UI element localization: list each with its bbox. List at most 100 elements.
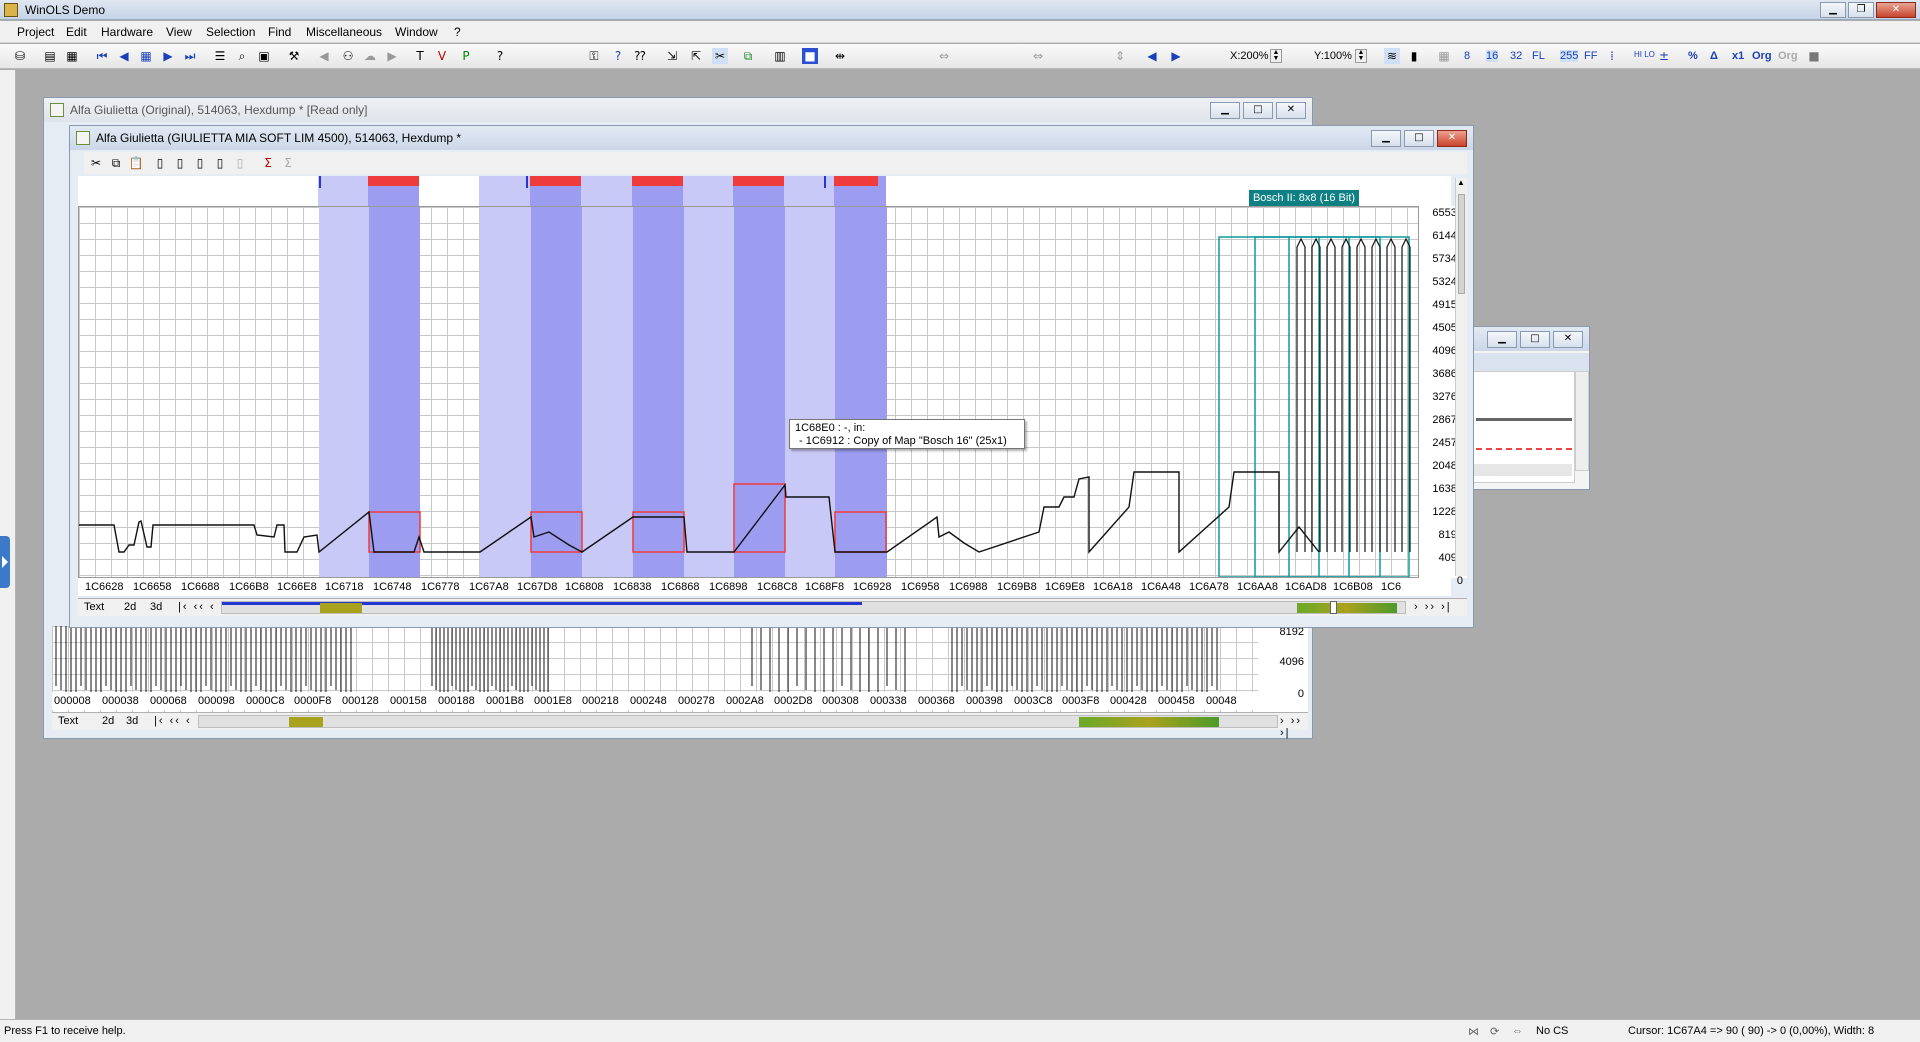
whatis-icon[interactable]: ⁇ — [632, 48, 648, 64]
width-icon[interactable]: ⇹ — [832, 48, 848, 64]
checksum-off-icon[interactable]: Σ — [280, 155, 296, 171]
hexdump-icon[interactable]: ■ — [802, 48, 818, 64]
map-highlight-band[interactable] — [479, 176, 530, 206]
menu-find[interactable]: Find — [268, 25, 291, 39]
percent-button[interactable]: % — [1688, 50, 1698, 62]
connect-icon[interactable]: ⛁ — [12, 48, 28, 64]
paste-icon[interactable]: 📋 — [128, 155, 144, 171]
cloud-icon[interactable]: ☁ — [362, 48, 378, 64]
nav-right-icon[interactable]: ▶ — [1168, 48, 1184, 64]
first-icon[interactable]: ⏮ — [94, 48, 110, 64]
map-highlight-band[interactable] — [683, 176, 733, 206]
stop-icon[interactable]: ■ — [1806, 48, 1822, 64]
tab-text[interactable]: Text — [84, 601, 104, 613]
hex-button[interactable]: FF — [1584, 50, 1597, 62]
side-panel-tab[interactable] — [0, 536, 10, 588]
question-icon[interactable]: ? — [610, 48, 626, 64]
copy-map-icon[interactable]: ⧉ — [740, 48, 756, 64]
map-a-icon[interactable]: ▯ — [172, 155, 188, 171]
map-label-bosch[interactable]: Bosch II: 8x8 (16 Bit) — [1249, 190, 1359, 206]
next-icon[interactable]: ▶ — [160, 48, 176, 64]
checksum-icon[interactable]: Σ — [260, 155, 276, 171]
wave-icon[interactable]: ≋ — [1384, 48, 1400, 64]
bars-icon[interactable]: ▮ — [1406, 48, 1422, 64]
binary-icon[interactable]: ⁞ — [1604, 48, 1620, 64]
restore-button[interactable]: ❐ — [1848, 2, 1874, 18]
menu-hardware[interactable]: Hardware — [101, 25, 153, 39]
select2-icon[interactable]: ⇱ — [688, 48, 704, 64]
open-icon[interactable]: ▤ — [42, 48, 58, 64]
map-b-icon[interactable]: ▯ — [192, 155, 208, 171]
decimal-button[interactable]: 255 — [1560, 50, 1579, 62]
map-highlight-band[interactable] — [318, 176, 368, 206]
key-icon[interactable]: ⚿ — [586, 48, 602, 64]
zoom-icon[interactable]: ⇕ — [1112, 48, 1128, 64]
map-marker[interactable] — [733, 176, 784, 186]
minimize-button[interactable]: ▁ — [1820, 2, 1846, 18]
back-icon[interactable]: ◀ — [316, 48, 332, 64]
vertical-scrollbar[interactable]: ▲ — [1455, 178, 1467, 576]
map-marker[interactable] — [834, 176, 878, 186]
map-d-icon[interactable]: ▯ — [232, 155, 248, 171]
close-button[interactable]: ✕ — [1276, 102, 1306, 119]
windows-icon[interactable]: ▦ — [64, 48, 80, 64]
map-outline[interactable] — [632, 511, 685, 553]
thirtytwo-bit-button[interactable]: 32 — [1510, 50, 1522, 62]
x1-button[interactable]: x1 — [1732, 50, 1744, 62]
last-icon[interactable]: ⏭ — [182, 48, 198, 64]
hexdump-scrollbar[interactable] — [221, 601, 1406, 614]
v-icon[interactable]: V — [434, 48, 450, 64]
map-c-icon[interactable]: ▯ — [212, 155, 228, 171]
tools-icon[interactable]: ⚒ — [286, 48, 302, 64]
select-icon[interactable]: ⇲ — [664, 48, 680, 64]
p-icon[interactable]: P — [458, 48, 474, 64]
minimize-button[interactable]: ▁ — [1371, 130, 1401, 147]
t-icon[interactable]: T — [412, 48, 428, 64]
columns-icon[interactable]: ▥ — [772, 48, 788, 64]
help-icon[interactable]: ? — [492, 48, 508, 64]
maximize-button[interactable]: □ — [1404, 130, 1434, 147]
minimize-button[interactable]: ▁ — [1487, 331, 1517, 348]
close-button[interactable]: ✕ — [1437, 130, 1467, 147]
eight-bit-button[interactable]: 8 — [1464, 50, 1470, 62]
map-outline[interactable] — [834, 511, 887, 553]
map-marker[interactable] — [368, 176, 419, 186]
org-diff-button[interactable]: Org — [1778, 50, 1798, 62]
list-icon[interactable]: ☰ — [212, 48, 228, 64]
map-outline[interactable] — [530, 511, 583, 553]
map-highlight-band[interactable] — [581, 176, 632, 206]
menu-project[interactable]: Project — [17, 25, 54, 39]
x-zoom-spinner[interactable]: ▲ ▼ — [1270, 49, 1282, 63]
find-icon[interactable]: ⌕ — [234, 48, 250, 64]
y-zoom-spinner[interactable]: ▲ ▼ — [1355, 49, 1367, 63]
map-highlight-band[interactable] — [784, 176, 834, 206]
minimize-button[interactable]: ▁ — [1210, 102, 1240, 119]
tab-text[interactable]: Text — [58, 715, 78, 727]
scroll-last-icon[interactable]: › ›› ›| — [1414, 601, 1452, 613]
prev-icon[interactable]: ◀ — [116, 48, 132, 64]
copy-icon[interactable]: ⧉ — [108, 155, 124, 171]
original-scrollbar[interactable] — [198, 715, 1278, 728]
expand-icon[interactable]: ⇔ — [1030, 48, 1046, 64]
float-button[interactable]: FL — [1532, 50, 1545, 62]
menu-edit[interactable]: Edit — [66, 25, 87, 39]
menu-help[interactable]: ? — [454, 25, 461, 39]
hexdump-plot-area[interactable] — [78, 206, 1419, 578]
menu-window[interactable]: Window — [395, 25, 438, 39]
cut-icon[interactable]: ✂ — [88, 155, 104, 171]
sixteen-bit-button[interactable]: 16 — [1486, 50, 1499, 62]
maximize-button[interactable]: □ — [1520, 331, 1550, 348]
tab-2d[interactable]: 2d — [102, 715, 114, 727]
forward-icon[interactable]: ▶ — [384, 48, 400, 64]
map-marker[interactable] — [632, 176, 683, 186]
tab-3d[interactable]: 3d — [150, 601, 162, 613]
third-window-scrollbar[interactable] — [1575, 371, 1589, 471]
menu-view[interactable]: View — [166, 25, 192, 39]
close-button[interactable]: ✕ — [1553, 331, 1583, 348]
new-map-icon[interactable]: ▯ — [152, 155, 168, 171]
scroll-first-icon[interactable]: |‹ ‹‹ ‹ — [154, 715, 192, 727]
org-button[interactable]: Org — [1752, 50, 1772, 62]
bosch-map-frame[interactable] — [1254, 236, 1381, 577]
delta-button[interactable]: Δ — [1710, 50, 1718, 62]
scroll-first-icon[interactable]: |‹ ‹‹ ‹ — [178, 601, 216, 613]
